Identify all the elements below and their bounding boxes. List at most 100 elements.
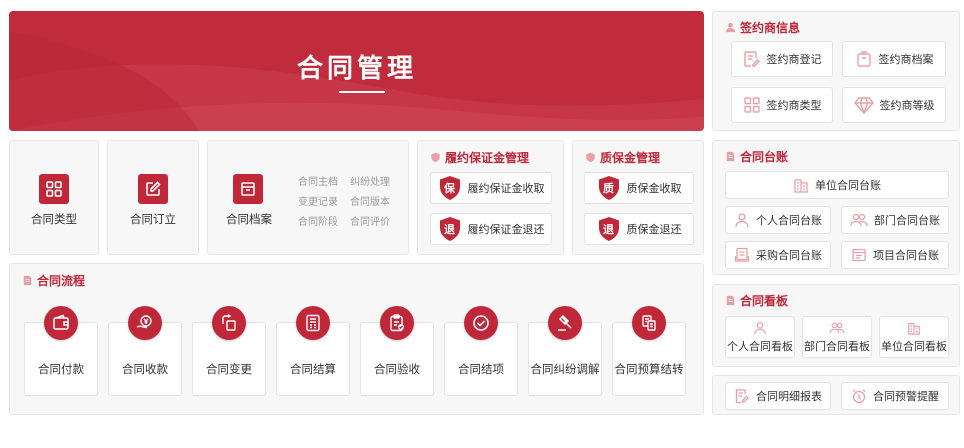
contract-board-title-text: 合同看板 <box>740 294 789 308</box>
warranty-collect-button[interactable]: 质 质保金收取 <box>584 172 694 204</box>
department-ledger-label: 部门合同台账 <box>874 215 940 227</box>
edit-document-icon <box>743 51 760 67</box>
project-ledger-button[interactable]: 项目合同台账 <box>841 241 949 269</box>
building-icon <box>794 179 808 193</box>
document-small-icon <box>726 151 735 162</box>
signer-level-button[interactable]: 签约商等级 <box>842 87 946 123</box>
contract-type-label: 合同类型 <box>31 214 77 226</box>
performance-bond-collect-label: 履约保证金收取 <box>467 183 545 195</box>
performance-bond-collect-button[interactable]: 保 履约保证金收取 <box>430 172 552 204</box>
zhi-shield-icon: 质 <box>597 175 621 201</box>
warranty-refund-label: 质保金退还 <box>626 224 682 236</box>
warning-reminder-button[interactable]: 合同预警提醒 <box>841 382 949 410</box>
signer-info-title-text: 签约商信息 <box>740 21 801 35</box>
contract-process-title: 合同流程 <box>22 272 85 289</box>
process-item-label: 合同验收 <box>374 364 420 376</box>
detail-report-label: 合同明细报表 <box>756 391 822 403</box>
department-board-button[interactable]: 部门合同看板 <box>802 316 872 358</box>
contract-ledger-title-text: 合同台账 <box>740 150 789 164</box>
contract-ledger-title: 合同台账 <box>725 148 788 165</box>
warning-reminder-label: 合同预警提醒 <box>873 391 939 403</box>
tui-shield-icon: 退 <box>597 216 621 242</box>
performance-bond-panel: 履约保证金管理 保 履约保证金收取 退 履约保证金退还 <box>417 140 564 255</box>
archive-link-dispute[interactable]: 纠纷处理 <box>350 173 390 188</box>
warranty-panel: 质保金管理 质 质保金收取 退 质保金退还 <box>572 140 704 255</box>
performance-bond-title-text: 履约保证金管理 <box>445 151 530 165</box>
performance-bond-refund-button[interactable]: 退 履约保证金退还 <box>430 213 552 245</box>
contract-board-panel: 合同看板 个人合同看板 部门合同看板 单位合同看板 <box>712 284 960 367</box>
document-small-icon <box>23 275 32 286</box>
signer-register-button[interactable]: 签约商登记 <box>731 41 833 77</box>
process-item-label: 合同付款 <box>38 364 84 376</box>
department-ledger-button[interactable]: 部门合同台账 <box>841 206 949 234</box>
contract-create-label: 合同订立 <box>130 214 176 226</box>
person-icon <box>754 321 766 334</box>
unit-board-button[interactable]: 单位合同看板 <box>879 316 949 358</box>
signer-type-label: 签约商类型 <box>766 100 822 112</box>
clipboard-check-icon <box>380 306 414 340</box>
department-board-label: 部门合同看板 <box>804 340 870 353</box>
contract-type-card[interactable]: 合同类型 <box>9 140 99 255</box>
archive-link-master[interactable]: 合同主档 <box>298 173 338 188</box>
archive-link-stage[interactable]: 合同阶段 <box>298 213 338 228</box>
contract-ledger-panel: 合同台账 单位合同台账 个人合同台账 部门合同台账 采购合同台账 项目合同台账 <box>712 140 960 275</box>
signer-type-button[interactable]: 签约商类型 <box>731 87 833 123</box>
archive-box-icon[interactable] <box>233 174 263 204</box>
performance-bond-refund-label: 履约保证金退还 <box>467 224 545 236</box>
personal-board-label: 个人合同看板 <box>727 340 793 353</box>
personal-ledger-button[interactable]: 个人合同台账 <box>725 206 831 234</box>
group-icon <box>829 322 845 333</box>
unit-ledger-button[interactable]: 单位合同台账 <box>725 171 949 199</box>
purchase-ledger-label: 采购合同台账 <box>756 250 822 262</box>
contract-process-title-text: 合同流程 <box>37 274 86 288</box>
unit-ledger-label: 单位合同台账 <box>815 180 881 192</box>
archive-link-version[interactable]: 合同版本 <box>350 193 390 208</box>
personal-board-button[interactable]: 个人合同看板 <box>725 316 795 358</box>
contract-board-title: 合同看板 <box>725 292 788 309</box>
signer-archive-button[interactable]: 签约商档案 <box>842 41 946 77</box>
signer-info-panel: 签约商信息 签约商登记 签约商档案 签约商类型 签约商等级 <box>712 11 960 131</box>
invoice-stack-icon <box>734 247 750 262</box>
warranty-refund-button[interactable]: 退 质保金退还 <box>584 213 694 245</box>
process-item-label: 合同收款 <box>122 364 168 376</box>
process-item-label: 合同纠纷调解 <box>530 364 600 376</box>
edit-icon <box>138 174 168 204</box>
tui-shield-icon: 退 <box>438 216 462 242</box>
banner-title-underline <box>339 91 385 93</box>
tui-shield-glyph: 退 <box>444 224 455 236</box>
contract-process-panel: 合同流程 合同付款 合同收款 合同变更 合同结算 合同验收 合同结项 合同纠纷调… <box>9 263 704 415</box>
contract-archive-card: 合同档案 合同主档 纠纷处理 变更记录 合同版本 合同阶段 合同评价 <box>207 140 409 255</box>
signer-level-label: 签约商等级 <box>879 100 935 112</box>
banner-title: 合同管理 <box>297 53 418 83</box>
banner: 合同管理 <box>9 11 704 131</box>
warranty-collect-label: 质保金收取 <box>626 183 682 195</box>
calculator-document-icon <box>296 306 330 340</box>
process-item-label: 合同变更 <box>206 364 252 376</box>
person-icon <box>735 213 749 228</box>
unit-board-label: 单位合同看板 <box>881 340 947 353</box>
process-item-label: 合同结项 <box>458 364 504 376</box>
building-icon <box>907 322 921 335</box>
document-small-icon <box>726 295 735 306</box>
wallet-icon <box>44 306 78 340</box>
tui-shield-glyph: 退 <box>603 224 614 236</box>
signer-register-label: 签约商登记 <box>766 54 822 66</box>
signer-archive-label: 签约商档案 <box>878 54 934 66</box>
alarm-clock-icon <box>852 389 866 404</box>
contract-archive-label[interactable]: 合同档案 <box>226 211 272 227</box>
gavel-icon <box>548 306 582 340</box>
project-list-icon <box>852 248 866 262</box>
contract-create-card[interactable]: 合同订立 <box>107 140 199 255</box>
purchase-ledger-button[interactable]: 采购合同台账 <box>725 241 831 269</box>
detail-report-button[interactable]: 合同明细报表 <box>725 382 831 410</box>
process-item-label: 合同结算 <box>290 364 336 376</box>
person-small-icon <box>725 22 736 33</box>
personal-ledger-label: 个人合同台账 <box>756 215 822 227</box>
archive-link-changes[interactable]: 变更记录 <box>298 193 338 208</box>
check-circle-icon <box>464 306 498 340</box>
grid-icon <box>39 174 69 204</box>
shield-small-icon <box>431 152 440 163</box>
performance-bond-title: 履约保证金管理 <box>430 149 529 166</box>
archive-link-evaluation[interactable]: 合同评价 <box>350 213 390 228</box>
signer-info-title: 签约商信息 <box>725 19 800 36</box>
